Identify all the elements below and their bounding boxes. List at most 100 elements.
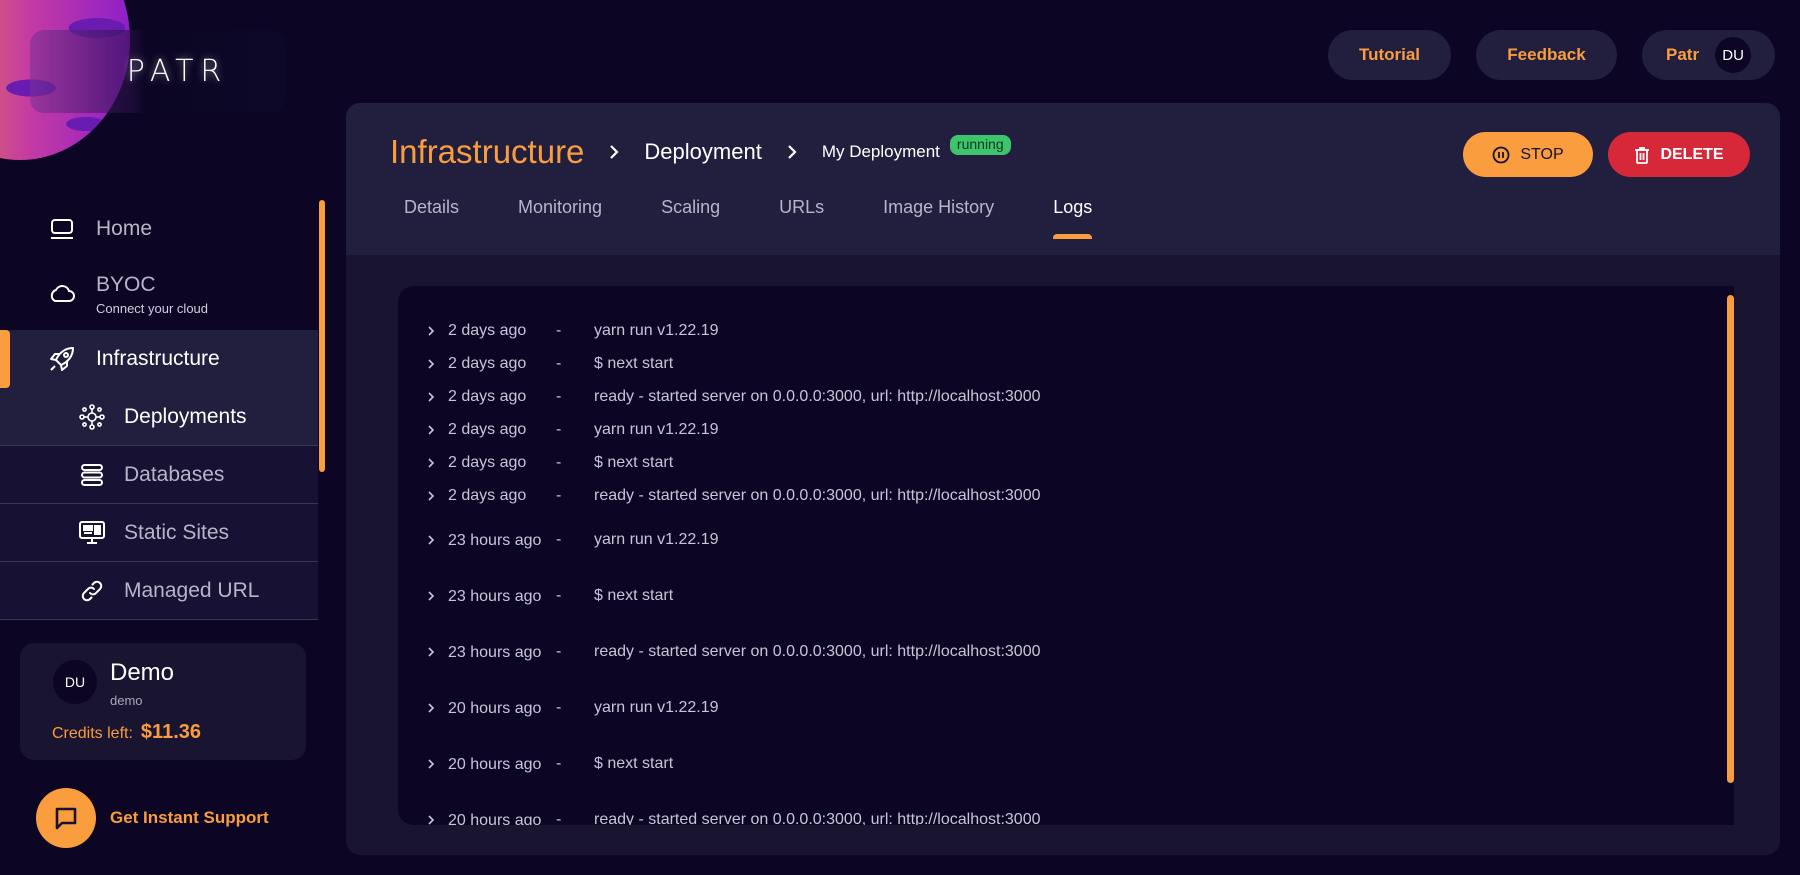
breadcrumb-current: My Deployment (821, 142, 940, 161)
log-message: yarn run v1.22.19 (594, 420, 719, 438)
log-viewer: 2 days ago - yarn run v1.22.19 2 days ago - $… (398, 286, 1734, 825)
log-row[interactable]: 20 hours ago - yarn run v1.22.19 (426, 680, 1714, 736)
chevron-right-icon[interactable] (426, 357, 448, 371)
log-message: $ next start (594, 354, 674, 372)
log-time: 23 hours ago (448, 587, 542, 605)
log-time: 2 days ago (448, 322, 527, 339)
log-message: $ next start (594, 587, 674, 604)
sidebar-scrollbar[interactable] (319, 200, 325, 472)
log-row[interactable]: 2 days ago - ready - started server on 0.0… (426, 479, 1714, 512)
log-row[interactable]: 2 days ago - $ next start (426, 446, 1714, 479)
log-time: 23 hours ago (448, 531, 542, 549)
log-row[interactable]: 2 days ago - ready - started server on 0.0… (426, 380, 1714, 413)
log-message: ready - started server on 0.0.0.0:3000, … (594, 643, 1041, 660)
sidebar-subitem-label: Managed URL (124, 578, 260, 602)
tab-image-history[interactable]: Image History (883, 197, 994, 237)
trash-icon (1635, 146, 1650, 164)
sidebar-item-managed-url[interactable]: Managed URL (0, 562, 318, 620)
database-icon (78, 461, 106, 489)
tab-details[interactable]: Details (404, 197, 459, 237)
sidebar-item-label: BYOC (96, 272, 156, 296)
monitor-icon (78, 519, 106, 547)
log-separator: - (556, 587, 562, 604)
user-card[interactable]: DU Demo demo Credits left: $11.36 (20, 643, 306, 760)
status-badge: running (949, 135, 1011, 155)
log-row[interactable]: 2 days ago - $ next start (426, 347, 1714, 380)
log-separator: - (556, 420, 562, 438)
feedback-label: Feedback (1507, 45, 1586, 64)
tutorial-label: Tutorial (1358, 45, 1421, 64)
breadcrumb-deployment[interactable]: Deployment (644, 139, 761, 165)
user-avatar: DU (53, 660, 97, 704)
workspace-profile-button[interactable]: Patr DU (1642, 30, 1775, 80)
sidebar-item-deployments[interactable]: Deployments (0, 388, 318, 446)
tab-monitoring[interactable]: Monitoring (518, 197, 602, 237)
chevron-right-icon[interactable] (426, 489, 448, 503)
chevron-right-icon[interactable] (426, 324, 448, 338)
sidebar-item-label: Home (96, 217, 153, 240)
sidebar-subitem-label: Static Sites (124, 520, 230, 544)
log-message: yarn run v1.22.19 (594, 321, 719, 339)
chevron-right-icon[interactable] (426, 456, 448, 470)
sidebar-item-home[interactable]: Home (0, 200, 318, 258)
panel-header: Infrastructure Deployment My Deployment … (346, 103, 1780, 255)
chevron-right-icon[interactable] (426, 390, 448, 404)
log-row[interactable]: 23 hours ago - ready - started server on 0… (426, 624, 1714, 680)
chevron-right-icon[interactable] (426, 757, 448, 771)
sidebar: PATR Home BYOC Connect your cloud Infras… (0, 0, 330, 875)
user-handle: demo (110, 693, 143, 708)
log-separator: - (556, 699, 562, 716)
log-message: ready - started server on 0.0.0.0:3000, … (594, 387, 1041, 405)
sidebar-item-byoc[interactable]: BYOC Connect your cloud (0, 258, 318, 330)
log-message: ready - started server on 0.0.0.0:3000, … (594, 811, 1041, 825)
chevron-right-icon[interactable] (426, 589, 448, 603)
sidebar-item-sublabel: Connect your cloud (96, 300, 209, 316)
deployment-actions: STOP DELETE (1463, 132, 1750, 177)
log-time: 2 days ago (448, 421, 527, 438)
sidebar-subitem-label: Databases (124, 462, 225, 486)
chevron-right-icon[interactable] (426, 423, 448, 437)
tutorial-button[interactable]: Tutorial (1328, 30, 1451, 80)
deployment-panel: Infrastructure Deployment My Deployment … (346, 103, 1780, 855)
feedback-button[interactable]: Feedback (1476, 30, 1617, 80)
log-separator: - (556, 486, 562, 504)
chevron-right-icon[interactable] (426, 813, 448, 825)
chevron-right-icon[interactable] (426, 701, 448, 715)
log-row[interactable]: 2 days ago - yarn run v1.22.19 (426, 413, 1714, 446)
pause-icon (1492, 146, 1510, 163)
delete-button[interactable]: DELETE (1608, 132, 1750, 177)
sidebar-item-databases[interactable]: Databases (0, 446, 318, 504)
workspace-label: Patr (1666, 45, 1700, 64)
log-row[interactable]: 23 hours ago - $ next start (426, 568, 1714, 624)
log-separator: - (556, 321, 562, 339)
log-row[interactable]: 20 hours ago - ready - started server on 0… (426, 792, 1714, 825)
chevron-right-icon[interactable] (426, 645, 448, 659)
avatar: DU (1715, 37, 1752, 73)
sidebar-item-static-sites[interactable]: Static Sites (0, 504, 318, 562)
sidebar-item-label: Infrastructure (96, 347, 220, 370)
tab-bar: Details Monitoring Scaling URLs Image Hi… (404, 197, 1151, 239)
log-message: $ next start (594, 453, 674, 471)
logo[interactable]: PATR (30, 30, 285, 113)
breadcrumb-infrastructure[interactable]: Infrastructure (390, 133, 584, 171)
log-time: 20 hours ago (448, 755, 542, 773)
sidebar-nav: Home BYOC Connect your cloud Infrastruct… (0, 200, 318, 620)
tab-urls[interactable]: URLs (779, 197, 824, 237)
support-button[interactable]: Get Instant Support (36, 788, 269, 848)
tab-scaling[interactable]: Scaling (661, 197, 720, 237)
chat-icon (36, 788, 96, 848)
stop-button[interactable]: STOP (1463, 132, 1593, 177)
chevron-right-icon (786, 143, 798, 161)
log-row[interactable]: 2 days ago - yarn run v1.22.19 (426, 314, 1714, 347)
laptop-icon (48, 215, 76, 243)
log-time: 2 days ago (448, 454, 527, 471)
chevron-right-icon[interactable] (426, 533, 448, 547)
tab-logs[interactable]: Logs (1053, 197, 1093, 239)
log-scrollbar[interactable] (1727, 295, 1734, 783)
cloud-icon (48, 280, 76, 308)
log-row[interactable]: 23 hours ago - yarn run v1.22.19 (426, 512, 1714, 568)
sidebar-subitem-label: Deployments (124, 404, 247, 428)
sidebar-item-infrastructure[interactable]: Infrastructure (0, 330, 318, 388)
credits-label: Credits left: (52, 725, 133, 742)
log-row[interactable]: 20 hours ago - $ next start (426, 736, 1714, 792)
